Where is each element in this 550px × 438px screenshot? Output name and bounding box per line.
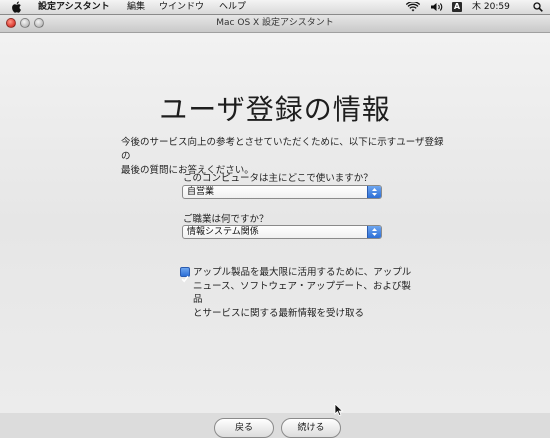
occupation-popup[interactable]: 情報システム関係 bbox=[182, 225, 382, 239]
page-title: ユーザ登録の情報 bbox=[159, 93, 391, 126]
menu-bar: 設定アシスタント 編集 ウインドウ ヘルプ A 木 20:59 bbox=[0, 0, 550, 15]
menu-clock[interactable]: 木 20:59 bbox=[472, 0, 510, 14]
occupation-popup-value: 情報システム関係 bbox=[187, 227, 259, 237]
continue-button[interactable]: 続ける bbox=[281, 418, 341, 438]
mouse-pointer-icon bbox=[334, 403, 344, 417]
news-opt-in-checkbox[interactable] bbox=[180, 267, 190, 283]
spotlight-icon[interactable] bbox=[533, 2, 543, 12]
setup-assistant-window: Mac OS X 設定アシスタント ユーザ登録の情報 今後のサービス向上の参考と… bbox=[0, 15, 550, 438]
question-occupation-label: ご職業は何ですか？ bbox=[183, 214, 269, 225]
checkbox-label-line-2: ニュース、ソフトウェア・アップデート、および製品 bbox=[193, 280, 411, 306]
checkbox-label-line-3: とサービスに関する最新情報を受け取る bbox=[193, 307, 365, 319]
usage-popup[interactable]: 自営業 bbox=[182, 185, 382, 199]
menu-help[interactable]: ヘルプ bbox=[219, 0, 246, 14]
usage-popup-value: 自営業 bbox=[187, 187, 215, 197]
back-button[interactable]: 戻る bbox=[214, 418, 274, 438]
window-title: Mac OS X 設定アシスタント bbox=[216, 18, 334, 28]
input-menu-icon[interactable]: A bbox=[452, 2, 462, 12]
apple-icon[interactable] bbox=[11, 1, 22, 13]
popup-arrows-icon bbox=[367, 226, 381, 238]
news-opt-in-label[interactable]: アップル製品を最大限に活用するために、アップル ニュース、ソフトウェア・アップデ… bbox=[193, 266, 413, 320]
popup-arrows-icon bbox=[367, 186, 381, 198]
window-titlebar[interactable]: Mac OS X 設定アシスタント bbox=[0, 15, 550, 33]
question-usage-label: このコンピュータは主にどこで使いますか？ bbox=[183, 173, 373, 184]
menu-window[interactable]: ウインドウ bbox=[159, 0, 204, 14]
wifi-icon[interactable] bbox=[406, 2, 420, 12]
menu-app-name[interactable]: 設定アシスタント bbox=[38, 0, 110, 14]
checkbox-label-line-1: アップル製品を最大限に活用するために、アップル bbox=[193, 267, 412, 278]
window-content: ユーザ登録の情報 今後のサービス向上の参考とさせていただくために、以下に示すユー… bbox=[0, 33, 550, 438]
intro-line-1: 今後のサービス向上の参考とさせていただくために、以下に示すユーザ登録の bbox=[121, 137, 444, 162]
checkmark-icon bbox=[181, 275, 189, 283]
volume-icon[interactable] bbox=[430, 2, 444, 12]
menu-edit[interactable]: 編集 bbox=[127, 0, 145, 14]
